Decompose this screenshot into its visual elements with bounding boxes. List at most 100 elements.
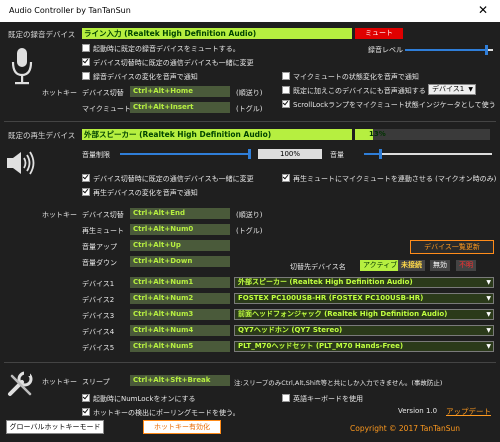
volume-track[interactable]: [364, 153, 492, 155]
playback-hotkey-1-note: (順送り): [236, 211, 263, 219]
device-4-select[interactable]: QY7ヘッドホン (QY7 Stereo) ▼: [234, 325, 494, 336]
chevron-down-icon: ▼: [486, 279, 491, 286]
checkbox[interactable]: [82, 408, 90, 416]
checkbox[interactable]: [82, 394, 90, 402]
record-hotkey-1-field[interactable]: Ctrl+Alt+Home: [130, 86, 230, 97]
record-option-mic-mute-notify[interactable]: マイクミュートの状態変化を音声で通知: [282, 72, 419, 82]
device-3-label: デバイス3: [82, 312, 115, 320]
volume-readout: 13%: [369, 130, 386, 138]
version-label: Version 1.0: [398, 407, 438, 415]
device-2-hotkey[interactable]: Ctrl+Alt+Num2: [130, 293, 230, 304]
playback-hotkey-3-label: 音量アップ: [82, 243, 117, 251]
volume-limit-fill: [120, 153, 250, 155]
device-4-label: デバイス4: [82, 328, 115, 336]
record-hotkey-2-note: (トグル): [236, 105, 263, 113]
playback-hotkey-1-field[interactable]: Ctrl+Alt+End: [130, 208, 230, 219]
record-option-mute-on-start[interactable]: 起動時に既定の録音デバイスをミュートする。: [82, 44, 240, 54]
playback-hotkey-2-note: (トグル): [236, 227, 263, 235]
device-1-select[interactable]: 外部スピーカー (Realtek High Definition Audio) ▼: [234, 277, 494, 288]
global-hotkey-mode-button[interactable]: グローバルホットキーモード: [6, 420, 104, 434]
chevron-down-icon: ▼: [486, 327, 491, 334]
record-option-scrolllock[interactable]: ScrollLockランプをマイクミュート状態インジケータとして使う: [282, 100, 496, 110]
record-hotkey-1-label: デバイス切替: [82, 89, 124, 97]
record-hotkey-2-field[interactable]: Ctrl+Alt+Insert: [130, 102, 230, 113]
sleep-hotkey-field[interactable]: Ctrl+Alt+Sft+Break: [130, 375, 230, 386]
volume-limit-label: 音量制限: [82, 151, 110, 159]
playback-hotkey-2-label: 再生ミュート: [82, 227, 124, 235]
title-bar: Audio Controller by TanTanSun ✕: [0, 0, 500, 22]
device-1-hotkey[interactable]: Ctrl+Alt+Num1: [130, 277, 230, 288]
legend-missing: 不明: [456, 260, 476, 271]
copyright-text: Copyright © 2017 TanTanSun: [350, 424, 461, 433]
update-link[interactable]: アップデート: [446, 406, 491, 417]
checkbox[interactable]: [82, 188, 90, 196]
checkbox[interactable]: [82, 72, 90, 80]
microphone-icon: [10, 47, 34, 87]
checkbox[interactable]: [282, 86, 290, 94]
mute-status-badge: ミュート: [355, 28, 403, 39]
global-hotkey-label: ホットキー: [42, 378, 77, 386]
device-2-select[interactable]: FOSTEX PC100USB-HR (FOSTEX PC100USB-HR) ▼: [234, 293, 494, 304]
tools-icon: [6, 370, 36, 398]
chevron-down-icon: ▼: [468, 86, 473, 93]
record-option-notify-change[interactable]: 録音デバイスの変化を音声で通知: [82, 72, 198, 82]
playback-option-link-mute[interactable]: 再生ミュートにマイクミュートを連動させる (マイクオン時のみ): [282, 174, 496, 184]
notify-device-select[interactable]: デバイス1 ▼: [428, 84, 476, 95]
playback-option-comm-device[interactable]: デバイス切替時に既定の通信デバイスも一緒に変更: [82, 174, 254, 184]
option-polling-mode[interactable]: ホットキーの検出にポーリングモードを使う。: [82, 408, 240, 418]
playback-hotkey-2-field[interactable]: Ctrl+Alt+Num0: [130, 224, 230, 235]
record-hotkey-2-label: マイクミュート: [82, 105, 131, 113]
volume-limit-value: 100%: [258, 149, 322, 159]
checkbox[interactable]: [282, 394, 290, 402]
chevron-down-icon: ▼: [486, 343, 491, 350]
sleep-note: 注:スリープのみCtrl,Alt,Shift等と共にしか入力できません。(事故防…: [234, 379, 443, 387]
device-3-select[interactable]: 前面ヘッドフォンジャック (Realtek High Definition Au…: [234, 309, 494, 320]
option-numlock[interactable]: 起動時にNumLockをオンにする: [82, 394, 196, 404]
legend-disabled: 無効: [430, 260, 450, 271]
hotkey-enable-button[interactable]: ホットキー有効化: [143, 420, 221, 434]
device-list-refresh-button[interactable]: デバイス一覧更新: [410, 240, 494, 254]
switch-target-label: 切替先デバイス名: [290, 263, 346, 271]
playback-option-notify-change[interactable]: 再生デバイスの変化を音声で通知: [82, 188, 198, 198]
playback-section-title: 既定の再生デバイス: [8, 131, 76, 140]
volume-limit-thumb[interactable]: [248, 149, 251, 159]
device-1-label: デバイス1: [82, 280, 115, 288]
checkbox[interactable]: [82, 58, 90, 66]
record-hotkey-1-note: (順送り): [236, 89, 263, 97]
checkbox[interactable]: [82, 174, 90, 182]
record-device-display[interactable]: ライン入力 (Realtek High Definition Audio): [82, 28, 352, 39]
device-2-label: デバイス2: [82, 296, 115, 304]
record-level-fill: [405, 49, 487, 51]
playback-hotkey-3-field[interactable]: Ctrl+Alt+Up: [130, 240, 230, 251]
playback-hotkey-4-field[interactable]: Ctrl+Alt+Down: [130, 256, 230, 267]
checkbox[interactable]: [282, 100, 290, 108]
device-3-hotkey[interactable]: Ctrl+Alt+Num3: [130, 309, 230, 320]
window-close-button[interactable]: ✕: [478, 3, 488, 17]
divider: [4, 362, 496, 363]
checkbox[interactable]: [282, 174, 290, 182]
record-level-label: 録音レベル: [368, 46, 403, 54]
divider: [4, 121, 496, 122]
device-4-hotkey[interactable]: Ctrl+Alt+Num4: [130, 325, 230, 336]
sleep-label: スリープ: [82, 378, 110, 386]
playback-device-display[interactable]: 外部スピーカー (Realtek High Definition Audio): [82, 129, 352, 140]
legend-unconnected: 未接続: [398, 260, 425, 271]
device-5-select[interactable]: PLT_M70ヘッドセット (PLT_M70 Hands-Free) ▼: [234, 341, 494, 352]
record-level-thumb[interactable]: [485, 45, 488, 55]
window-title: Audio Controller by TanTanSun: [9, 6, 131, 15]
chevron-down-icon: ▼: [486, 311, 491, 318]
volume-thumb[interactable]: [379, 149, 382, 159]
playback-hotkey-label: ホットキー: [42, 211, 77, 219]
chevron-down-icon: ▼: [486, 295, 491, 302]
option-english-keyboard[interactable]: 英語キーボードを使用: [282, 394, 363, 404]
playback-hotkey-4-label: 音量ダウン: [82, 259, 117, 267]
record-option-also-notify[interactable]: 既定に加えこのデバイスにも音声通知する: [282, 86, 426, 96]
checkbox[interactable]: [82, 44, 90, 52]
checkbox[interactable]: [282, 72, 290, 80]
device-5-label: デバイス5: [82, 344, 115, 352]
volume-meter: 13%: [355, 129, 490, 140]
playback-hotkey-1-label: デバイス切替: [82, 211, 124, 219]
device-5-hotkey[interactable]: Ctrl+Alt+Num5: [130, 341, 230, 352]
record-option-comm-device[interactable]: デバイス切替時に既定の通信デバイスも一緒に変更: [82, 58, 254, 68]
record-section-title: 既定の録音デバイス: [8, 30, 76, 39]
